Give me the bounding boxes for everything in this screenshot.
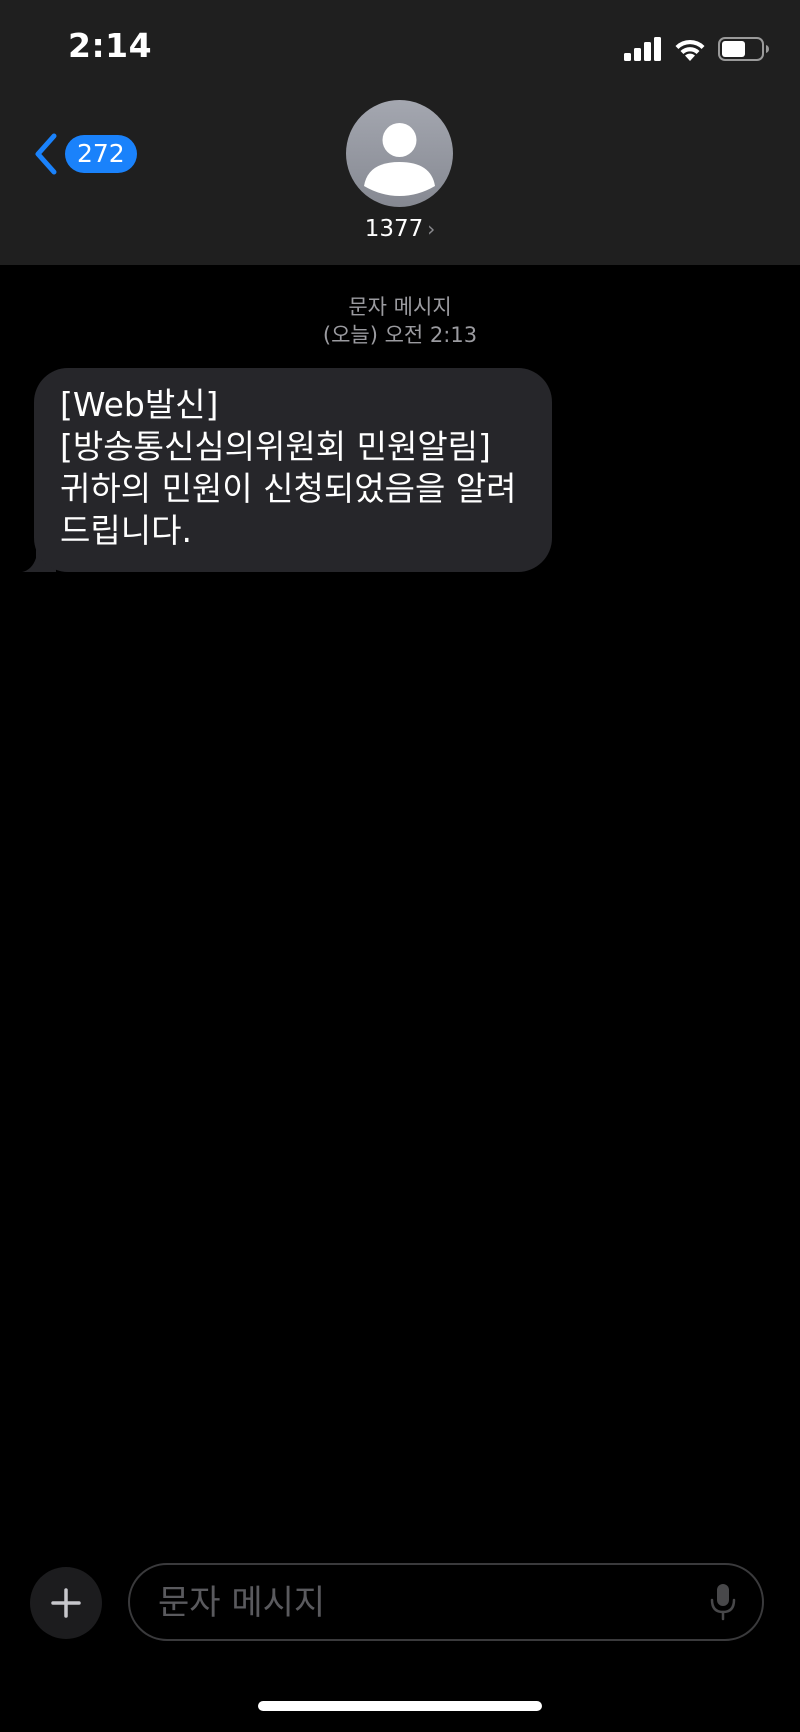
- conversation-header: 2:14 272 1377 ›: [0, 0, 800, 265]
- message-input[interactable]: [156, 1565, 700, 1641]
- battery-icon: [718, 37, 769, 61]
- chevron-left-icon: [35, 133, 57, 175]
- back-button[interactable]: 272: [30, 130, 137, 178]
- thread-meta: 문자 메시지 (오늘) 오전 2:13: [0, 293, 800, 349]
- message-field[interactable]: [128, 1563, 764, 1641]
- person-silhouette-icon: [364, 123, 435, 196]
- message-timestamp: (오늘) 오전 2:13: [322, 323, 478, 347]
- incoming-message-bubble[interactable]: [Web발신] [방송통신심의위원회 민원알림] 귀하의 민원이 신청되었음을 …: [34, 368, 552, 572]
- contact-name: 1377: [364, 216, 424, 242]
- microphone-icon[interactable]: [710, 1583, 736, 1621]
- plus-icon: [51, 1588, 81, 1618]
- add-attachment-button[interactable]: [30, 1567, 102, 1639]
- chevron-right-icon: ›: [427, 217, 436, 241]
- status-icons: [624, 36, 770, 62]
- status-time: 2:14: [68, 26, 153, 65]
- unread-count-badge: 272: [65, 135, 137, 173]
- wifi-icon: [675, 39, 705, 61]
- home-indicator[interactable]: [258, 1701, 542, 1711]
- contact-avatar[interactable]: [346, 100, 453, 207]
- cellular-signal-icon: [624, 37, 661, 61]
- channel-label: 문자 메시지: [348, 295, 452, 319]
- message-row: [Web발신] [방송통신심의위원회 민원알림] 귀하의 민원이 신청되었음을 …: [22, 368, 552, 572]
- contact-name-button[interactable]: 1377 ›: [0, 216, 800, 242]
